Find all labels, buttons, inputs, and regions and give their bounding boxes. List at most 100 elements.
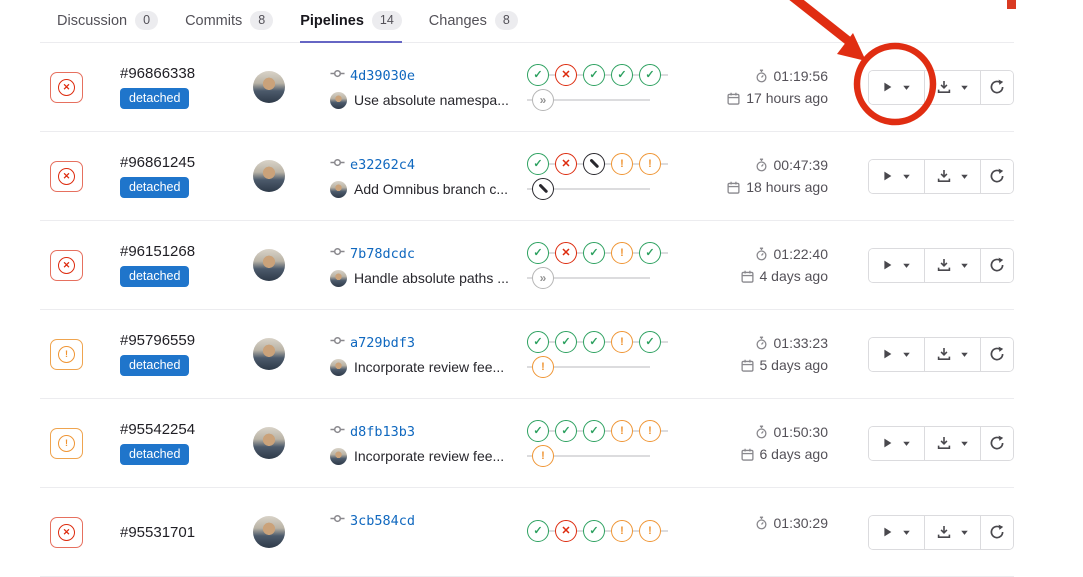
pipeline-actions — [868, 248, 1014, 283]
stage-success-icon[interactable]: ✓ — [527, 64, 549, 86]
triggerer-avatar[interactable] — [253, 160, 285, 192]
commit-sha-link[interactable]: a729bdf3 — [350, 335, 415, 351]
stage-success-icon[interactable]: ✓ — [527, 520, 549, 542]
retry-pipeline-button[interactable] — [981, 338, 1013, 371]
triggerer-avatar[interactable] — [253, 338, 285, 370]
stage-canceled-icon[interactable] — [583, 153, 605, 175]
retry-pipeline-button[interactable] — [981, 516, 1013, 549]
tab-commits[interactable]: Commits 8 — [185, 0, 273, 43]
stage-success-icon[interactable]: ✓ — [583, 520, 605, 542]
stage-warning-icon[interactable]: ! — [611, 420, 633, 442]
triggerer-avatar[interactable] — [253, 427, 285, 459]
commit-sha-link[interactable]: d8fb13b3 — [350, 424, 415, 440]
retry-pipeline-button[interactable] — [981, 427, 1013, 460]
pipeline-status-badge-warning[interactable]: ! — [50, 339, 83, 370]
pipeline-id-link[interactable]: #96151268 — [120, 243, 195, 260]
manual-play-button[interactable] — [869, 516, 925, 549]
tab-pipelines[interactable]: Pipelines 14 — [300, 0, 402, 43]
stage-success-icon[interactable]: ✓ — [527, 331, 549, 353]
stage-success-icon[interactable]: ✓ — [639, 331, 661, 353]
stage-success-icon[interactable]: ✓ — [555, 331, 577, 353]
pipeline-id-link[interactable]: #95796559 — [120, 332, 195, 349]
manual-play-button[interactable] — [869, 427, 925, 460]
stage-warning-icon[interactable]: ! — [611, 242, 633, 264]
manual-play-button[interactable] — [869, 71, 925, 104]
commit-sha-link[interactable]: 3cb584cd — [350, 513, 415, 529]
manual-play-button[interactable] — [869, 338, 925, 371]
retry-pipeline-button[interactable] — [981, 249, 1013, 282]
commit-sha-link[interactable]: 7b78dcdc — [350, 246, 415, 262]
pipeline-actions — [868, 515, 1014, 550]
download-icon — [937, 258, 951, 272]
download-artifacts-button[interactable] — [925, 427, 981, 460]
stage-failed-icon[interactable]: ✕ — [555, 242, 577, 264]
stage-success-icon[interactable]: ✓ — [527, 420, 549, 442]
commit-message-link[interactable]: Add Omnibus branch c... — [354, 181, 508, 197]
tab-changes[interactable]: Changes 8 — [429, 0, 518, 43]
commit-message-link[interactable]: Use absolute namespa... — [354, 92, 509, 108]
stage-warning-icon[interactable]: ! — [532, 445, 554, 467]
stage-skipped-icon[interactable]: » — [532, 267, 554, 289]
stage-warning-icon[interactable]: ! — [639, 420, 661, 442]
pipeline-status-badge-failed[interactable]: ✕ — [50, 72, 83, 103]
tab-count-badge: 0 — [135, 11, 158, 30]
stage-success-icon[interactable]: ✓ — [639, 242, 661, 264]
commit-author-avatar[interactable] — [330, 181, 347, 198]
pipeline-status-badge-failed[interactable]: ✕ — [50, 161, 83, 192]
tab-discussion[interactable]: Discussion 0 — [57, 0, 158, 43]
caret-down-icon — [960, 172, 969, 181]
play-icon — [882, 81, 893, 93]
stage-success-icon[interactable]: ✓ — [583, 420, 605, 442]
stage-warning-icon[interactable]: ! — [639, 520, 661, 542]
stage-success-icon[interactable]: ✓ — [583, 242, 605, 264]
pipeline-id-link[interactable]: #96866338 — [120, 65, 195, 82]
commit-author-avatar[interactable] — [330, 448, 347, 465]
pipeline-status-badge-failed[interactable]: ✕ — [50, 517, 83, 548]
stage-success-icon[interactable]: ✓ — [611, 64, 633, 86]
commit-message-link[interactable]: Handle absolute paths ... — [354, 270, 509, 286]
commit-author-avatar[interactable] — [330, 92, 347, 109]
pipeline-id-link[interactable]: #95542254 — [120, 421, 195, 438]
triggerer-avatar[interactable] — [253, 249, 285, 281]
manual-play-button[interactable] — [869, 160, 925, 193]
retry-pipeline-button[interactable] — [981, 160, 1013, 193]
stage-success-icon[interactable]: ✓ — [639, 64, 661, 86]
stage-warning-icon[interactable]: ! — [639, 153, 661, 175]
commit-sha-link[interactable]: e32262c4 — [350, 157, 415, 173]
download-artifacts-button[interactable] — [925, 338, 981, 371]
caret-down-icon — [960, 83, 969, 92]
stage-failed-icon[interactable]: ✕ — [555, 64, 577, 86]
download-artifacts-button[interactable] — [925, 71, 981, 104]
pipeline-status-badge-failed[interactable]: ✕ — [50, 250, 83, 281]
stopwatch-icon — [755, 69, 768, 83]
stage-connector — [661, 430, 668, 432]
stage-canceled-icon[interactable] — [532, 178, 554, 200]
stage-warning-icon[interactable]: ! — [532, 356, 554, 378]
pipeline-status-badge-warning[interactable]: ! — [50, 428, 83, 459]
pipeline-id-link[interactable]: #96861245 — [120, 154, 195, 171]
stage-success-icon[interactable]: ✓ — [527, 242, 549, 264]
commit-message-link[interactable]: Incorporate review fee... — [354, 359, 504, 375]
commit-sha-link[interactable]: 4d39030e — [350, 68, 415, 84]
stage-warning-icon[interactable]: ! — [611, 520, 633, 542]
download-artifacts-button[interactable] — [925, 249, 981, 282]
triggerer-avatar[interactable] — [253, 516, 285, 548]
stage-success-icon[interactable]: ✓ — [583, 64, 605, 86]
stage-failed-icon[interactable]: ✕ — [555, 520, 577, 542]
stage-skipped-icon[interactable]: » — [532, 89, 554, 111]
stage-success-icon[interactable]: ✓ — [527, 153, 549, 175]
manual-play-button[interactable] — [869, 249, 925, 282]
download-artifacts-button[interactable] — [925, 160, 981, 193]
stage-failed-icon[interactable]: ✕ — [555, 153, 577, 175]
stage-success-icon[interactable]: ✓ — [555, 420, 577, 442]
stage-warning-icon[interactable]: ! — [611, 331, 633, 353]
stage-warning-icon[interactable]: ! — [611, 153, 633, 175]
retry-pipeline-button[interactable] — [981, 71, 1013, 104]
stage-success-icon[interactable]: ✓ — [583, 331, 605, 353]
commit-message-link[interactable]: Incorporate review fee... — [354, 448, 504, 464]
commit-author-avatar[interactable] — [330, 270, 347, 287]
pipeline-id-link[interactable]: #95531701 — [120, 524, 195, 541]
triggerer-avatar[interactable] — [253, 71, 285, 103]
download-artifacts-button[interactable] — [925, 516, 981, 549]
commit-author-avatar[interactable] — [330, 359, 347, 376]
